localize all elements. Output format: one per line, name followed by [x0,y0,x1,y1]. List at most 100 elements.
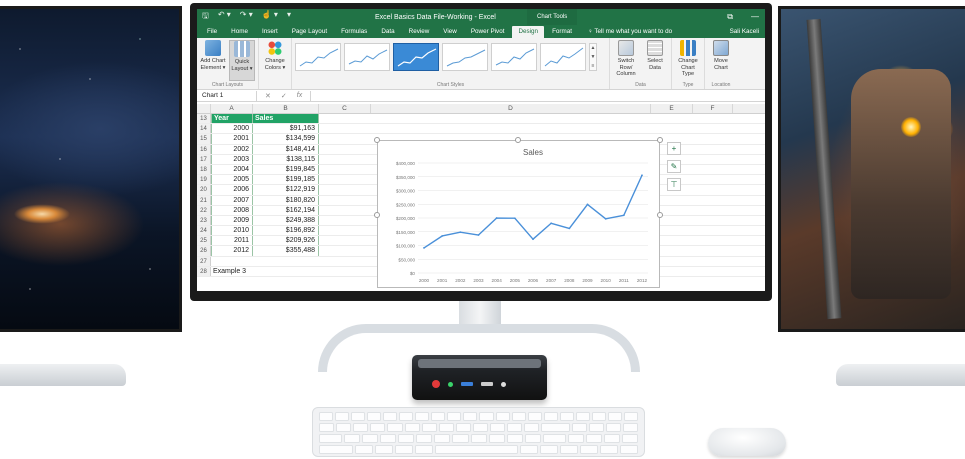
year-cell[interactable]: 2001 [211,134,253,144]
tab-file[interactable]: File [201,26,224,38]
select-data-button[interactable]: Select Data [642,40,668,81]
select-all-corner[interactable] [197,104,211,113]
year-cell[interactable]: 2009 [211,215,253,226]
row-number[interactable]: 18 [197,164,211,175]
touch-mode-icon[interactable]: ☝ ▾ [262,10,278,24]
formula-input[interactable] [310,90,765,101]
sales-cell[interactable]: $162,194 [253,205,319,215]
row-number[interactable]: 14 [197,124,211,134]
undo-icon[interactable]: ↶ ▾ [218,10,231,24]
column-header-e[interactable]: E [651,104,693,113]
row-number[interactable]: 15 [197,134,211,144]
year-header-cell[interactable]: Year [211,114,253,124]
row-number[interactable]: 23 [197,215,211,226]
sales-cell[interactable]: $134,599 [253,134,319,144]
user-name[interactable]: Sali Kaceli [730,26,759,38]
sales-header-cell[interactable]: Sales [253,114,319,124]
sales-cell[interactable]: $180,820 [253,195,319,205]
row-number[interactable]: 17 [197,154,211,164]
sales-cell[interactable]: $199,185 [253,175,319,185]
sales-line-chart[interactable]: Sales $0 $50,000 $100,000 $150,000 $200,000 $2… [377,140,660,288]
sales-cell[interactable]: $148,414 [253,144,319,154]
tell-me-search[interactable]: ♀ Tell me what you want to do [588,26,672,38]
row-number[interactable]: 28 [197,266,211,276]
change-chart-type-button[interactable]: Change Chart Type [675,40,701,81]
chart-filters-button[interactable]: ⊤ [667,178,681,191]
year-cell[interactable]: 2007 [211,195,253,205]
row-number[interactable]: 22 [197,205,211,215]
tab-page-layout[interactable]: Page Layout [286,26,333,38]
row-number[interactable]: 13 [197,114,211,124]
row-number[interactable]: 19 [197,175,211,185]
column-header-b[interactable]: B [253,104,319,113]
tab-insert[interactable]: Insert [256,26,284,38]
chart-style-6[interactable] [540,43,586,71]
row-number[interactable]: 24 [197,226,211,236]
row-number[interactable]: 26 [197,246,211,256]
chart-resize-handle[interactable] [374,212,380,218]
chart-style-3-selected[interactable] [393,43,439,71]
ribbon-display-options-icon[interactable]: ⧉ [727,12,733,22]
row-number[interactable]: 21 [197,195,211,205]
column-header-a[interactable]: A [211,104,253,113]
tab-design[interactable]: Design [512,26,545,38]
quick-layout-button[interactable]: Quick Layout ▾ [229,40,255,81]
tab-home[interactable]: Home [225,26,254,38]
chart-styles-button[interactable]: ✎ [667,160,681,173]
save-icon[interactable]: 🖫 [202,10,209,24]
year-cell[interactable]: 2004 [211,164,253,175]
chart-elements-button[interactable]: + [667,142,681,155]
year-cell[interactable]: 2011 [211,236,253,246]
cell-b[interactable] [253,257,319,266]
column-header-c[interactable]: C [319,104,371,113]
column-header-f[interactable]: F [693,104,733,113]
row-number[interactable]: 20 [197,185,211,195]
year-cell[interactable]: 2012 [211,246,253,256]
move-chart-button[interactable]: Move Chart [708,40,734,81]
tab-format[interactable]: Format [546,26,578,38]
name-box[interactable]: Chart 1 [199,90,257,101]
chart-style-1[interactable] [295,43,341,71]
tab-data[interactable]: Data [375,26,400,38]
chart-style-5[interactable] [491,43,537,71]
year-cell[interactable]: 2002 [211,144,253,154]
year-cell[interactable]: 2008 [211,205,253,215]
sales-cell[interactable]: $355,488 [253,246,319,256]
row-number[interactable]: 25 [197,236,211,246]
year-cell[interactable]: 2003 [211,154,253,164]
cell-a[interactable]: Example 3 [211,267,253,276]
minimize-icon[interactable]: — [751,12,759,22]
chart-resize-handle[interactable] [657,137,663,143]
sales-cell[interactable]: $199,845 [253,164,319,175]
sales-cell[interactable]: $196,892 [253,226,319,236]
change-colors-button[interactable]: Change Colors ▾ [262,40,288,81]
tab-review[interactable]: Review [403,26,436,38]
enter-icon[interactable]: ✓ [281,92,287,100]
customize-qat-icon[interactable]: ▾ [287,10,291,24]
cancel-icon[interactable]: ✕ [265,92,271,100]
sales-cell[interactable]: $122,919 [253,185,319,195]
switch-row-column-button[interactable]: Switch Row/ Column [613,40,639,81]
sales-cell[interactable]: $138,115 [253,154,319,164]
sales-cell[interactable]: $249,388 [253,215,319,226]
cell-b[interactable] [253,267,319,276]
chart-styles-scroll[interactable]: ▲ ▼ ≡ [589,43,597,71]
row-number[interactable]: 27 [197,256,211,266]
redo-icon[interactable]: ↷ ▾ [240,10,253,24]
chart-style-2[interactable] [344,43,390,71]
chart-style-4[interactable] [442,43,488,71]
insert-function-icon[interactable]: fx [297,92,302,100]
year-cell[interactable]: 2005 [211,175,253,185]
sales-cell[interactable]: $91,163 [253,124,319,134]
chart-resize-handle[interactable] [515,137,521,143]
sales-cell[interactable]: $209,926 [253,236,319,246]
year-cell[interactable]: 2010 [211,226,253,236]
tab-formulas[interactable]: Formulas [335,26,373,38]
cell-a[interactable] [211,257,253,266]
chart-resize-handle[interactable] [374,137,380,143]
tab-power-pivot[interactable]: Power Pivot [465,26,511,38]
chart-resize-handle[interactable] [657,212,663,218]
row-number[interactable]: 16 [197,144,211,154]
tab-view[interactable]: View [437,26,463,38]
year-cell[interactable]: 2006 [211,185,253,195]
